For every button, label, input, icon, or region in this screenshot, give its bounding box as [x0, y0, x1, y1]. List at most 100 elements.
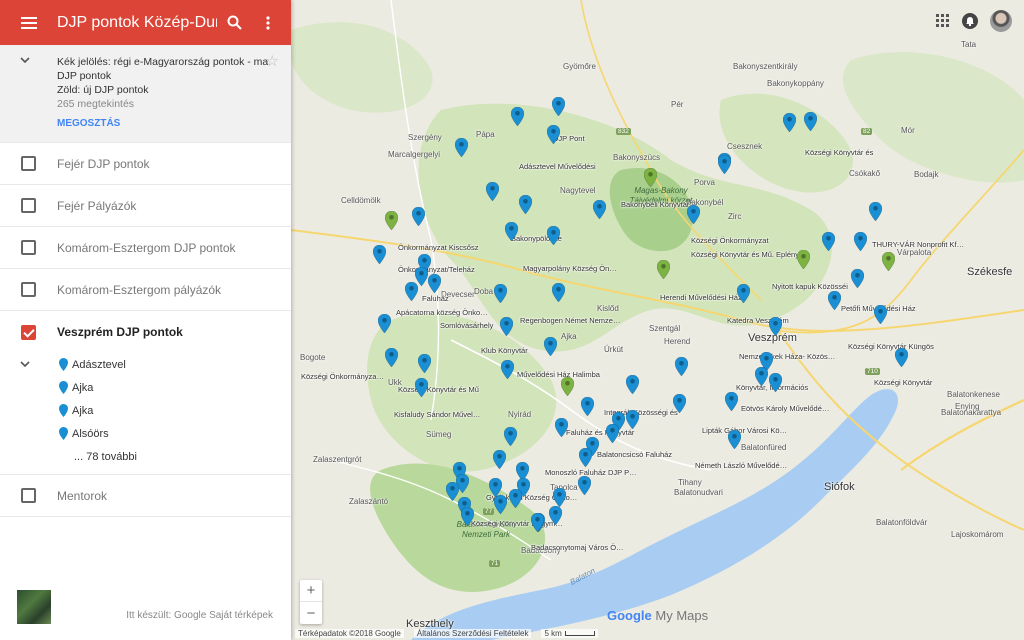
map-pin-marker[interactable]	[657, 260, 670, 279]
map-pin-marker[interactable]	[725, 392, 738, 411]
map-pin-marker[interactable]	[405, 282, 418, 301]
map-pin-marker[interactable]	[505, 222, 518, 241]
map-pin-marker[interactable]	[755, 367, 768, 386]
pin-label: Községi Könyvtár Küngös	[848, 342, 934, 351]
map-pin-marker[interactable]	[854, 232, 867, 251]
chevron-down-icon[interactable]	[20, 57, 30, 64]
base-map-thumbnail[interactable]	[17, 590, 51, 624]
more-items-link[interactable]: ... 78 további	[0, 445, 291, 468]
map-pin-marker[interactable]	[561, 377, 574, 396]
list-item[interactable]: Ajka	[0, 376, 291, 399]
map-pin-marker[interactable]	[412, 207, 425, 226]
star-icon[interactable]: ☆	[266, 54, 279, 69]
map-pin-marker[interactable]	[626, 375, 639, 394]
map-pin-marker[interactable]	[493, 450, 506, 469]
map-pin-marker[interactable]	[547, 125, 560, 144]
map-pin-marker[interactable]	[511, 107, 524, 126]
avatar[interactable]	[990, 10, 1012, 32]
layer-veszprem-djp[interactable]: Veszprém DJP pontok	[0, 311, 291, 353]
list-item[interactable]: Ajka	[0, 399, 291, 422]
terms-link[interactable]: Általános Szerződési Feltételek	[413, 628, 532, 638]
map-pin-marker[interactable]	[552, 283, 565, 302]
list-item[interactable]: Alsóörs	[0, 422, 291, 445]
menu-button[interactable]	[9, 0, 49, 45]
map-pin-marker[interactable]	[519, 195, 532, 214]
place-label: Porva	[694, 178, 715, 187]
map-pin-marker[interactable]	[509, 489, 522, 508]
map-pin-marker[interactable]	[687, 205, 700, 224]
map-pin-marker[interactable]	[494, 284, 507, 303]
map-pin-marker[interactable]	[675, 357, 688, 376]
map-pin-marker[interactable]	[461, 507, 474, 526]
map-pin-marker[interactable]	[531, 513, 544, 532]
more-options-button[interactable]	[251, 0, 285, 45]
map-pin-marker[interactable]	[486, 182, 499, 201]
map-pin-marker[interactable]	[555, 418, 568, 437]
map-pin-marker[interactable]	[728, 430, 741, 449]
apps-grid-icon[interactable]	[936, 14, 950, 28]
map-pin-marker[interactable]	[644, 168, 657, 187]
layer-komarom-palyazok[interactable]: Komárom-Esztergom pályázók	[0, 269, 291, 311]
layer-checkbox[interactable]	[21, 488, 36, 503]
notifications-icon[interactable]	[962, 13, 978, 29]
map-pin-marker[interactable]	[718, 155, 731, 174]
place-label: Gyömőre	[563, 62, 596, 71]
map-pin-marker[interactable]	[373, 245, 386, 264]
layer-checkbox[interactable]	[21, 240, 36, 255]
map-pin-marker[interactable]	[494, 495, 507, 514]
layer-mentorok[interactable]: Mentorok	[0, 475, 291, 517]
map-pin-marker[interactable]	[606, 424, 619, 443]
map-pin-marker[interactable]	[415, 378, 428, 397]
map-pin-marker[interactable]	[869, 202, 882, 221]
map-pin-marker[interactable]	[500, 317, 513, 336]
map-pin-marker[interactable]	[428, 274, 441, 293]
map-pin-marker[interactable]	[553, 488, 566, 507]
map-pin-marker[interactable]	[783, 113, 796, 132]
layer-fejer-djp[interactable]: Fejér DJP pontok	[0, 143, 291, 185]
layer-checkbox[interactable]	[21, 198, 36, 213]
share-button[interactable]: MEGOSZTÁS	[57, 117, 291, 131]
map-pin-marker[interactable]	[828, 291, 841, 310]
map-pin-marker[interactable]	[549, 506, 562, 525]
map-pin-marker[interactable]	[385, 211, 398, 230]
list-item[interactable]: Adásztevel	[0, 353, 291, 376]
map-pin-marker[interactable]	[418, 354, 431, 373]
map-pin-marker[interactable]	[593, 200, 606, 219]
map-pin-marker[interactable]	[895, 348, 908, 367]
layer-checkbox[interactable]	[21, 156, 36, 171]
layer-checkbox[interactable]	[21, 282, 36, 297]
layer-checkbox[interactable]	[21, 324, 36, 340]
chevron-down-icon[interactable]	[20, 361, 30, 368]
map-pin-marker[interactable]	[501, 360, 514, 379]
map-pin-marker[interactable]	[737, 284, 750, 303]
map-pin-marker[interactable]	[552, 97, 565, 116]
map-pin-marker[interactable]	[822, 232, 835, 251]
pin-label: Községi Könyvtár	[874, 378, 933, 387]
map-pin-marker[interactable]	[385, 348, 398, 367]
map-pin-marker[interactable]	[579, 448, 592, 467]
map-pin-marker[interactable]	[504, 427, 517, 446]
map-pin-marker[interactable]	[455, 138, 468, 157]
zoom-in-button[interactable]: +	[300, 580, 322, 602]
map-pin-marker[interactable]	[578, 476, 591, 495]
map-pin-marker[interactable]	[804, 112, 817, 131]
map-pin-marker[interactable]	[673, 394, 686, 413]
map-pin-marker[interactable]	[769, 317, 782, 336]
layer-komarom-djp[interactable]: Komárom-Esztergom DJP pontok	[0, 227, 291, 269]
zoom-out-button[interactable]: −	[300, 602, 322, 624]
place-label: Szentgál	[649, 324, 681, 333]
layer-fejer-palyazok[interactable]: Fejér Pályázók	[0, 185, 291, 227]
map-canvas[interactable]: Székesfe Tata Bakonybél Zirc Veszprém Aj…	[291, 0, 1024, 640]
map-pin-marker[interactable]	[769, 373, 782, 392]
search-button[interactable]	[217, 0, 251, 45]
map-pin-marker[interactable]	[544, 337, 557, 356]
map-pin-marker[interactable]	[882, 252, 895, 271]
map-pin-marker[interactable]	[851, 269, 864, 288]
map-pin-marker[interactable]	[874, 305, 887, 324]
map-pin-marker[interactable]	[626, 410, 639, 429]
map-pin-marker[interactable]	[797, 250, 810, 269]
map-pin-marker[interactable]	[581, 397, 594, 416]
google-logo: Google	[607, 608, 652, 623]
map-pin-marker[interactable]	[547, 226, 560, 245]
map-pin-marker[interactable]	[378, 314, 391, 333]
